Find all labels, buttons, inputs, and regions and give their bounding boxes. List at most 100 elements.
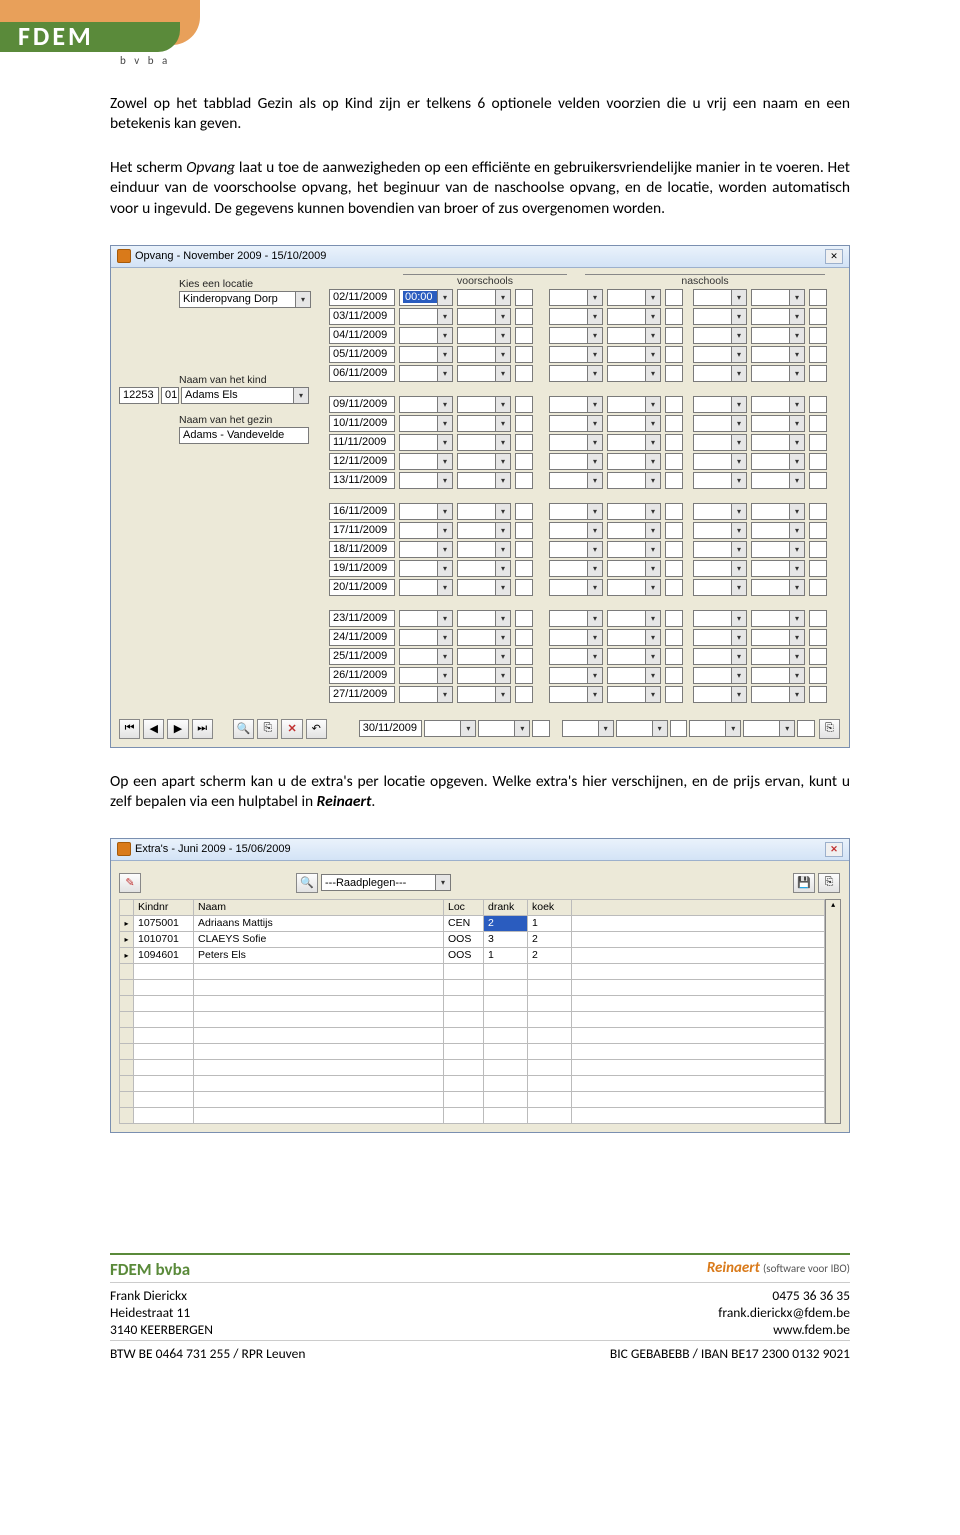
col-drank[interactable]: drank bbox=[484, 899, 528, 915]
voor-start-combo[interactable]: ▾ bbox=[399, 648, 453, 665]
na-extra[interactable] bbox=[809, 648, 827, 665]
na-combo[interactable]: ▾ bbox=[607, 308, 661, 325]
nav-next-button[interactable]: ▶ bbox=[167, 719, 188, 739]
date-cell[interactable]: 19/11/2009 bbox=[329, 560, 395, 577]
na-combo[interactable]: ▾ bbox=[549, 434, 603, 451]
voor-end-combo[interactable]: ▾ bbox=[457, 453, 511, 470]
voor-extra[interactable] bbox=[515, 453, 533, 470]
na-combo[interactable]: ▾ bbox=[607, 610, 661, 627]
scroll-up-button[interactable]: ▴ bbox=[826, 900, 840, 914]
na-extra[interactable] bbox=[665, 346, 683, 363]
voor-end-combo[interactable]: ▾ bbox=[457, 472, 511, 489]
na-extra[interactable] bbox=[809, 541, 827, 558]
na-extra[interactable] bbox=[665, 434, 683, 451]
na-combo[interactable]: ▾ bbox=[751, 396, 805, 413]
voor-end-combo[interactable]: ▾ bbox=[457, 503, 511, 520]
table-row[interactable] bbox=[120, 979, 825, 995]
nav-prev-button[interactable]: ◀ bbox=[143, 719, 164, 739]
na-extra[interactable] bbox=[809, 667, 827, 684]
voor-extra[interactable] bbox=[515, 648, 533, 665]
na-extra[interactable] bbox=[809, 472, 827, 489]
na-extra[interactable] bbox=[809, 365, 827, 382]
na-combo[interactable]: ▾ bbox=[751, 346, 805, 363]
date-cell[interactable]: 11/11/2009 bbox=[329, 434, 395, 451]
na-combo[interactable]: ▾ bbox=[693, 522, 747, 539]
na-combo[interactable]: ▾ bbox=[693, 686, 747, 703]
kind-id1[interactable]: 12253 bbox=[119, 387, 159, 404]
na-combo[interactable]: ▾ bbox=[693, 560, 747, 577]
na-combo[interactable]: ▾ bbox=[607, 522, 661, 539]
date-cell[interactable]: 24/11/2009 bbox=[329, 629, 395, 646]
na-combo[interactable]: ▾ bbox=[607, 365, 661, 382]
na-combo[interactable]: ▾ bbox=[607, 327, 661, 344]
voor-end-combo[interactable]: ▾ bbox=[457, 667, 511, 684]
close-icon[interactable]: ✕ bbox=[825, 249, 843, 264]
last-na-extra2[interactable] bbox=[797, 720, 815, 737]
voor-end-combo[interactable]: ▾ bbox=[457, 541, 511, 558]
na-combo[interactable]: ▾ bbox=[607, 560, 661, 577]
date-cell[interactable]: 26/11/2009 bbox=[329, 667, 395, 684]
date-cell[interactable]: 02/11/2009 bbox=[329, 289, 395, 306]
na-combo[interactable]: ▾ bbox=[549, 453, 603, 470]
date-cell[interactable]: 13/11/2009 bbox=[329, 472, 395, 489]
na-combo[interactable]: ▾ bbox=[693, 327, 747, 344]
voor-start-combo[interactable]: ▾ bbox=[399, 629, 453, 646]
na-combo[interactable]: ▾ bbox=[693, 579, 747, 596]
voor-end-combo[interactable]: ▾ bbox=[457, 522, 511, 539]
copy-button[interactable]: ⎘ bbox=[257, 719, 278, 739]
na-extra[interactable] bbox=[665, 686, 683, 703]
na-extra[interactable] bbox=[665, 396, 683, 413]
voor-extra[interactable] bbox=[515, 365, 533, 382]
table-row[interactable]: ▸1075001Adriaans MattijsCEN21 bbox=[120, 915, 825, 931]
na-combo[interactable]: ▾ bbox=[693, 346, 747, 363]
exit-button[interactable]: ⎘ bbox=[819, 719, 840, 739]
na-combo[interactable]: ▾ bbox=[549, 346, 603, 363]
na-combo[interactable]: ▾ bbox=[693, 415, 747, 432]
na-combo[interactable]: ▾ bbox=[693, 610, 747, 627]
voor-extra[interactable] bbox=[515, 522, 533, 539]
voor-extra[interactable] bbox=[515, 686, 533, 703]
voor-end-combo[interactable]: ▾ bbox=[457, 579, 511, 596]
na-combo[interactable]: ▾ bbox=[549, 522, 603, 539]
voor-extra[interactable] bbox=[515, 327, 533, 344]
voor-end-combo[interactable]: ▾ bbox=[457, 327, 511, 344]
delete-button[interactable]: ✕ bbox=[281, 719, 302, 739]
na-extra[interactable] bbox=[809, 346, 827, 363]
na-extra[interactable] bbox=[665, 579, 683, 596]
table-row[interactable] bbox=[120, 1075, 825, 1091]
voor-start-combo[interactable]: ▾ bbox=[399, 503, 453, 520]
voor-extra[interactable] bbox=[515, 667, 533, 684]
na-combo[interactable]: ▾ bbox=[607, 453, 661, 470]
na-extra[interactable] bbox=[665, 415, 683, 432]
col-koek[interactable]: koek bbox=[528, 899, 572, 915]
na-combo[interactable]: ▾ bbox=[693, 396, 747, 413]
na-combo[interactable]: ▾ bbox=[549, 365, 603, 382]
na-combo[interactable]: ▾ bbox=[751, 503, 805, 520]
search-button[interactable]: 🔍 bbox=[296, 873, 318, 893]
kind-combo[interactable]: Adams Els ▾ bbox=[181, 387, 309, 404]
na-extra[interactable] bbox=[665, 472, 683, 489]
na-combo[interactable]: ▾ bbox=[549, 396, 603, 413]
date-cell[interactable]: 10/11/2009 bbox=[329, 415, 395, 432]
na-combo[interactable]: ▾ bbox=[607, 472, 661, 489]
na-extra[interactable] bbox=[809, 610, 827, 627]
na-extra[interactable] bbox=[809, 289, 827, 306]
last-date[interactable]: 30/11/2009 bbox=[359, 720, 423, 737]
na-combo[interactable]: ▾ bbox=[693, 648, 747, 665]
search-button[interactable]: 🔍 bbox=[233, 719, 254, 739]
na-combo[interactable]: ▾ bbox=[549, 289, 603, 306]
na-combo[interactable]: ▾ bbox=[607, 648, 661, 665]
date-cell[interactable]: 12/11/2009 bbox=[329, 453, 395, 470]
na-extra[interactable] bbox=[665, 503, 683, 520]
na-combo[interactable]: ▾ bbox=[751, 365, 805, 382]
date-cell[interactable]: 03/11/2009 bbox=[329, 308, 395, 325]
voor-extra[interactable] bbox=[515, 610, 533, 627]
date-cell[interactable]: 18/11/2009 bbox=[329, 541, 395, 558]
voor-end-combo[interactable]: ▾ bbox=[457, 560, 511, 577]
table-row[interactable] bbox=[120, 1091, 825, 1107]
na-extra[interactable] bbox=[665, 308, 683, 325]
na-combo[interactable]: ▾ bbox=[549, 686, 603, 703]
voor-start-combo[interactable]: ▾ bbox=[399, 667, 453, 684]
gezin-field[interactable]: Adams - Vandevelde bbox=[179, 427, 309, 444]
date-cell[interactable]: 04/11/2009 bbox=[329, 327, 395, 344]
